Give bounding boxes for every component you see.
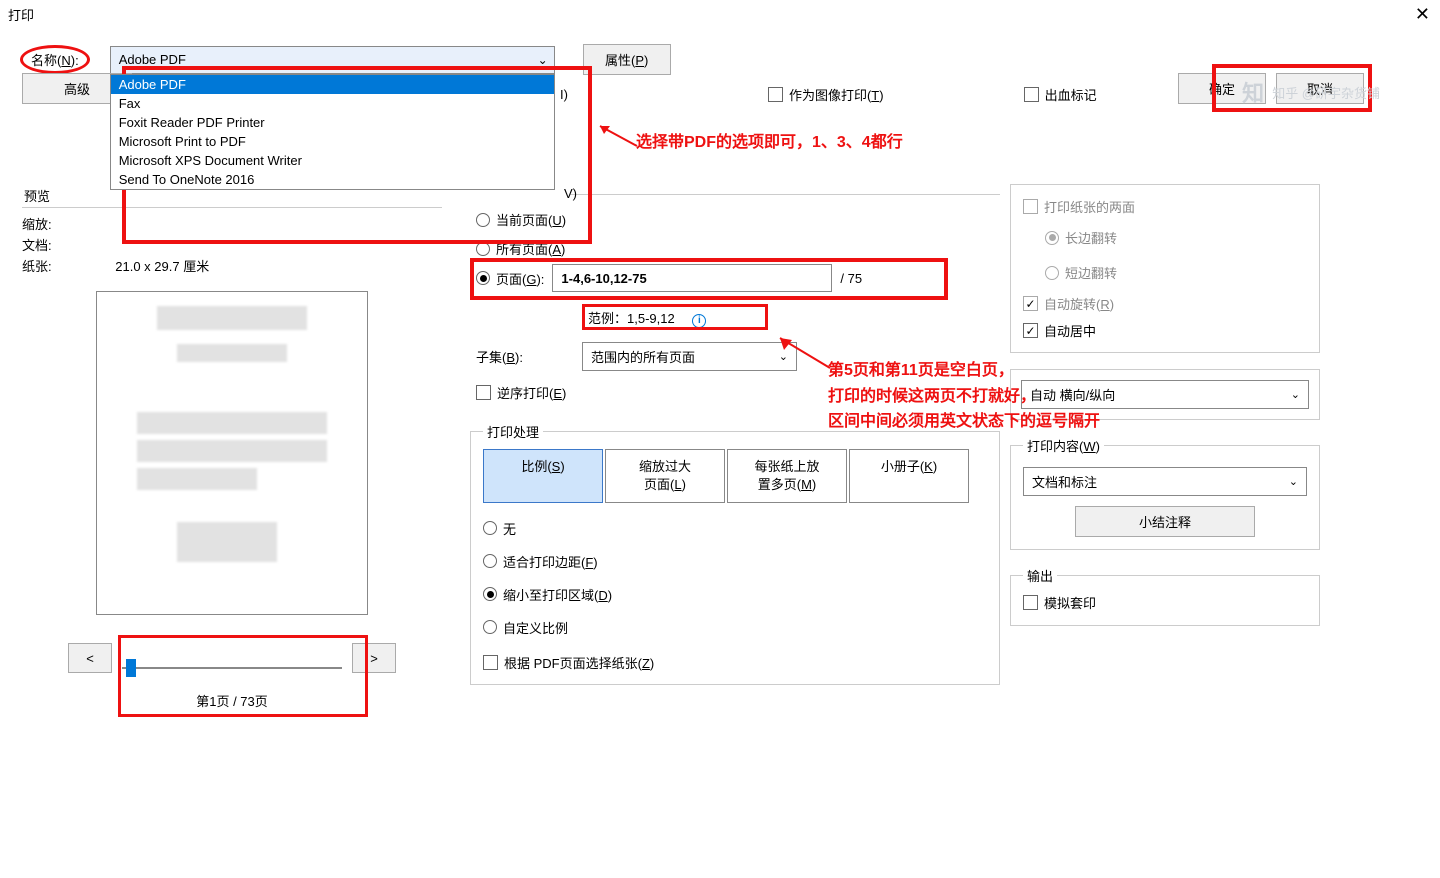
tab-booklet[interactable]: 小册子(K) (849, 449, 969, 503)
pages-input[interactable] (552, 264, 832, 292)
bleed-marks-checkbox[interactable]: 出血标记 (1024, 85, 1097, 104)
printer-option[interactable]: Fax (111, 94, 554, 113)
printer-option[interactable]: Microsoft XPS Document Writer (111, 151, 554, 170)
ok-button[interactable]: 确定 (1178, 73, 1266, 104)
subset-select[interactable]: 范围内的所有页面 ⌄ (582, 342, 797, 371)
simulate-overprint-checkbox[interactable]: 模拟套印 (1023, 593, 1096, 612)
info-icon[interactable]: i (692, 314, 706, 328)
v-marker: V) (564, 186, 577, 201)
radio-short-edge: 短边翻转 (1045, 263, 1307, 282)
content-select[interactable]: 文档和标注 ⌄ (1023, 467, 1307, 496)
next-page-button[interactable]: > (352, 643, 396, 673)
tab-fit[interactable]: 缩放过大页面(L) (605, 449, 725, 503)
radio-long-edge: 长边翻转 (1045, 228, 1307, 247)
radio-none[interactable]: 无 (483, 519, 987, 538)
auto-rotate-checkbox: 自动旋转(R) (1023, 294, 1307, 313)
tab-scale[interactable]: 比例(S) (483, 449, 603, 503)
chevron-down-icon: ⌄ (538, 53, 548, 67)
name-label-highlight: 名称(N): (20, 45, 90, 74)
arrow-icon (592, 116, 642, 156)
pages-total: / 75 (840, 271, 862, 286)
summarize-button[interactable]: 小结注释 (1075, 506, 1255, 537)
cancel-button[interactable]: 取消 (1276, 73, 1364, 104)
zoom-label: 缩放: (22, 217, 52, 232)
choose-paper-checkbox[interactable]: 根据 PDF页面选择纸张(Z) (483, 653, 987, 672)
prev-page-button[interactable]: < (68, 643, 112, 673)
page-indicator: 第1页 / 73页 (22, 691, 442, 710)
doc-label: 文档: (22, 238, 52, 253)
printer-selected: Adobe PDF (119, 52, 186, 67)
printer-dropdown[interactable]: Adobe PDF Fax Foxit Reader PDF Printer M… (110, 74, 555, 190)
close-icon[interactable]: ✕ (1415, 4, 1430, 25)
tab-multiple[interactable]: 每张纸上放置多页(M) (727, 449, 847, 503)
properties-button[interactable]: 属性(P) (583, 44, 671, 75)
duplex-checkbox: 打印纸张的两面 (1023, 197, 1307, 216)
annotation-select-pdf: 选择带PDF的选项即可，1、3、4都行 (636, 128, 903, 152)
printer-option[interactable]: Foxit Reader PDF Printer (111, 113, 554, 132)
dialog-title: 打印 (8, 5, 34, 24)
radio-custom[interactable]: 自定义比例 (483, 618, 987, 637)
preview-thumbnail (96, 291, 368, 615)
pages-example: 范例：1,5-9,12 (588, 311, 675, 326)
arrow-icon (770, 328, 840, 378)
printer-select[interactable]: Adobe PDF ⌄ (110, 46, 555, 74)
collate-partial: I) (560, 87, 568, 102)
radio-current-page[interactable]: 当前页面(U) (476, 210, 1000, 229)
printer-option[interactable]: Microsoft Print to PDF (111, 132, 554, 151)
annotation-blank-pages: 第5页和第11页是空白页， 打印的时候这两页不打就好， 区间中间必须用英文状态下… (828, 358, 1100, 435)
paper-label: 纸张: (22, 259, 52, 274)
output-legend: 输出 (1023, 566, 1057, 585)
radio-pages[interactable]: 页面(G): (476, 269, 544, 288)
paper-value: 21.0 x 29.7 厘米 (115, 259, 209, 274)
content-legend: 打印内容(W) (1023, 436, 1104, 455)
radio-shrink[interactable]: 缩小至打印区域(D) (483, 585, 987, 604)
subset-label: 子集(B): (476, 347, 582, 366)
radio-all-pages[interactable]: 所有页面(A) (476, 239, 1000, 258)
chevron-down-icon: ⌄ (1289, 475, 1298, 488)
handling-legend: 打印处理 (483, 422, 543, 441)
printer-option[interactable]: Adobe PDF (111, 75, 554, 94)
printer-option[interactable]: Send To OneNote 2016 (111, 170, 554, 189)
page-slider[interactable] (122, 657, 342, 659)
name-label: 名称(N): (31, 53, 79, 68)
auto-center-checkbox[interactable]: 自动居中 (1023, 321, 1307, 340)
print-as-image-checkbox[interactable]: 作为图像打印(T) (768, 85, 884, 104)
radio-fit-margin[interactable]: 适合打印边距(F) (483, 552, 987, 571)
chevron-down-icon: ⌄ (1291, 388, 1300, 401)
